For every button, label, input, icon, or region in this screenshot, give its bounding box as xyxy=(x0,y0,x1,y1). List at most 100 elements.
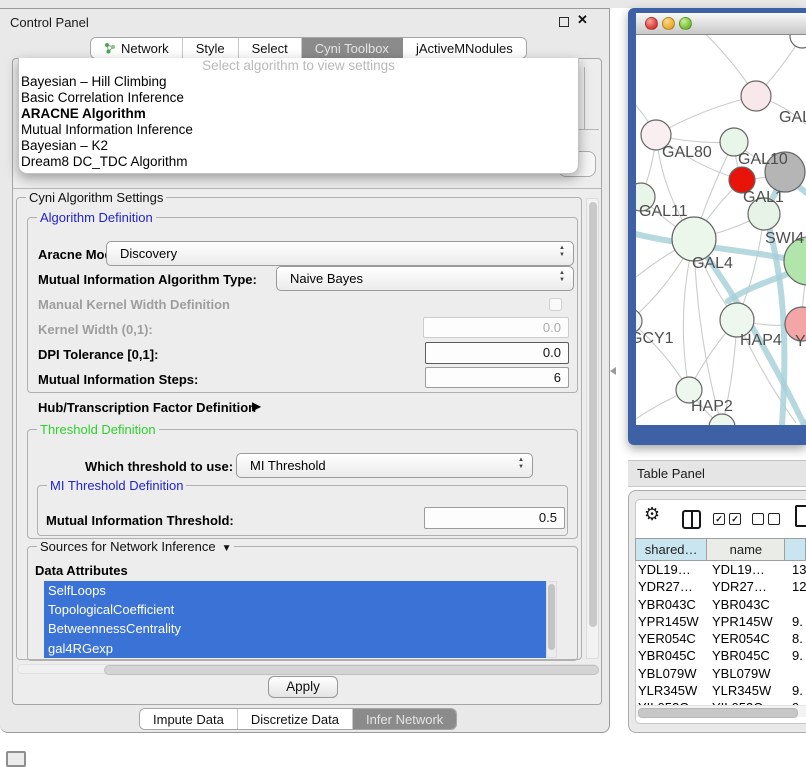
bottom-tabbar: Impute Data Discretize Data Infer Network xyxy=(139,708,457,730)
data-attribute-item[interactable]: gal4RGexp xyxy=(44,639,546,658)
network-window-titlebar[interactable] xyxy=(636,13,806,35)
network-node-label: HAP2 xyxy=(691,398,733,415)
aracne-mode-value: Discovery xyxy=(120,242,177,265)
mi-threshold-input[interactable]: 0.5 xyxy=(424,507,565,529)
algorithm-option[interactable]: Mutual Information Inference xyxy=(19,122,578,138)
tab-label: Discretize Data xyxy=(251,712,339,727)
hidden-groupbox-border xyxy=(578,129,599,130)
tab-label: jActiveMNodules xyxy=(416,41,513,56)
table-row[interactable]: YBL079WYBL079W xyxy=(635,665,806,682)
tab-cyni-toolbox[interactable]: Cyni Toolbox xyxy=(302,38,403,58)
algorithm-option[interactable]: ARACNE Algorithm xyxy=(19,106,578,122)
expand-arrow-icon[interactable]: ▶ xyxy=(252,399,261,413)
which-threshold-select[interactable]: MI Threshold ▲▼ xyxy=(236,453,533,478)
dpi-tolerance-input[interactable]: 0.0 xyxy=(425,342,569,364)
network-node[interactable] xyxy=(709,414,735,425)
aracne-mode-select[interactable]: Discovery ▲▼ xyxy=(106,241,574,266)
minimized-panel-button[interactable] xyxy=(6,751,26,767)
table-cell xyxy=(789,596,806,613)
table-row[interactable]: YBR045CYBR045C9. xyxy=(635,647,806,664)
tab-impute-data[interactable]: Impute Data xyxy=(140,709,238,729)
column-header[interactable] xyxy=(784,538,806,561)
column-header[interactable]: shared… xyxy=(635,538,707,561)
page-icon[interactable] xyxy=(795,505,806,527)
apply-button[interactable]: Apply xyxy=(268,676,338,698)
collapse-arrow-icon[interactable]: ▼ xyxy=(222,543,232,554)
network-node[interactable] xyxy=(790,35,806,48)
data-attribute-item[interactable]: TopologicalCoefficient xyxy=(44,600,546,619)
kernel-width-input[interactable]: 0.0 xyxy=(423,317,569,338)
table-cell: YDR27… xyxy=(635,578,708,595)
network-edge xyxy=(656,96,756,135)
algorithm-option[interactable]: Bayesian – Hill Climbing xyxy=(19,74,578,90)
network-canvas[interactable]: GALGAL80GAL10GAL1GAL11SWI4GAL4GCY1HAP4YH… xyxy=(636,35,806,425)
mi-algorithm-type-value: Naive Bayes xyxy=(290,267,363,290)
tab-jactivemnodules[interactable]: jActiveMNodules xyxy=(403,38,526,58)
table-row[interactable]: YLR345WYLR345W9. xyxy=(635,682,806,699)
tab-label: Style xyxy=(196,41,225,56)
table-row[interactable]: YDR27…YDR27…12 xyxy=(635,578,806,595)
select-all-checkboxes-icon[interactable]: ✓ ✓ xyxy=(713,513,741,525)
scrollbar-thumb[interactable] xyxy=(589,202,597,627)
data-attributes-list[interactable]: SelfLoopsTopologicalCoefficientBetweenne… xyxy=(44,581,546,658)
scrollbar-thumb[interactable] xyxy=(638,708,798,718)
scrollbar-thumb[interactable] xyxy=(104,665,599,675)
algorithm-option[interactable]: Basic Correlation Inference xyxy=(19,90,578,106)
tab-style[interactable]: Style xyxy=(183,38,239,58)
tab-network[interactable]: Network xyxy=(91,38,183,58)
table-body[interactable]: YDL19…YDL19…13YDR27…YDR27…12YBR043CYBR04… xyxy=(635,561,806,705)
table-cell: YER054C xyxy=(708,630,789,647)
tab-select[interactable]: Select xyxy=(239,38,302,58)
minimize-window-icon[interactable] xyxy=(662,17,675,30)
which-threshold-label: Which threshold to use: xyxy=(85,459,233,474)
data-attribute-item[interactable]: SelfLoops xyxy=(44,581,546,600)
table-hscrollbar[interactable] xyxy=(636,705,806,717)
desktop-strip xyxy=(0,0,806,8)
manual-kernel-width-checkbox[interactable] xyxy=(549,298,562,311)
tab-infer-network[interactable]: Infer Network xyxy=(353,709,456,729)
close-panel-icon[interactable]: ✕ xyxy=(577,12,588,28)
table-row[interactable]: YDL19…YDL19…13 xyxy=(635,561,806,578)
network-icon xyxy=(104,42,116,54)
group-title: Algorithm Definition xyxy=(37,211,156,224)
table-cell: 9. xyxy=(789,647,806,664)
algorithm-option[interactable]: Dream8 DC_TDC Algorithm xyxy=(19,154,578,170)
network-thick-edge xyxy=(766,216,784,425)
close-window-icon[interactable] xyxy=(645,17,658,30)
float-window-icon[interactable] xyxy=(559,17,569,27)
scrollbar-thumb[interactable] xyxy=(548,584,555,650)
mi-algorithm-type-select[interactable]: Naive Bayes ▲▼ xyxy=(276,266,574,291)
mi-algorithm-type-label: Mutual Information Algorithm Type: xyxy=(38,272,257,287)
attributes-scrollbar[interactable] xyxy=(546,581,557,658)
mi-threshold-label: Mutual Information Threshold: xyxy=(46,513,234,528)
group-title: MI Threshold Definition xyxy=(47,479,186,492)
table-row[interactable]: YPR145WYPR145W9. xyxy=(635,613,806,630)
splitter-collapse-icon[interactable] xyxy=(610,367,616,375)
tab-discretize-data[interactable]: Discretize Data xyxy=(238,709,353,729)
settings-hscrollbar[interactable] xyxy=(17,664,598,674)
table-row[interactable]: YER054CYER054C8. xyxy=(635,630,806,647)
deselect-all-checkboxes-icon[interactable] xyxy=(752,513,780,525)
mi-steps-input[interactable]: 6 xyxy=(425,367,569,388)
data-attribute-item[interactable]: BetweennessCentrality xyxy=(44,619,546,638)
checked-checkbox-icon: ✓ xyxy=(713,513,725,525)
zoom-window-icon[interactable] xyxy=(679,17,692,30)
settings-scrollbar[interactable] xyxy=(586,198,599,659)
group-title: Sources for Network Inference ▼ xyxy=(37,540,234,555)
column-header[interactable]: name xyxy=(706,538,785,561)
gear-icon[interactable]: ⚙ xyxy=(644,504,660,525)
algorithm-option[interactable]: Bayesian – K2 xyxy=(19,138,578,154)
network-node-gal[interactable] xyxy=(741,81,771,111)
algorithm-dropdown-prompt: Select algorithm to view settings xyxy=(19,59,578,74)
table-row[interactable]: YBR043CYBR043C xyxy=(635,596,806,613)
network-view-window[interactable]: GALGAL80GAL10GAL1GAL11SWI4GAL4GCY1HAP4YH… xyxy=(628,8,806,445)
table-cell: YER054C xyxy=(635,630,708,647)
sources-title: Sources for Network Inference xyxy=(40,539,216,554)
table-cell: 13 xyxy=(789,561,806,578)
columns-icon[interactable] xyxy=(682,510,701,529)
tab-label: Impute Data xyxy=(153,712,224,727)
network-node-label: GAL1 xyxy=(743,189,784,206)
table-panel-titlebar: Table Panel xyxy=(628,460,806,487)
network-graph[interactable]: GALGAL80GAL10GAL1GAL11SWI4GAL4GCY1HAP4YH… xyxy=(636,35,806,425)
network-node-label: HAP4 xyxy=(740,332,782,349)
